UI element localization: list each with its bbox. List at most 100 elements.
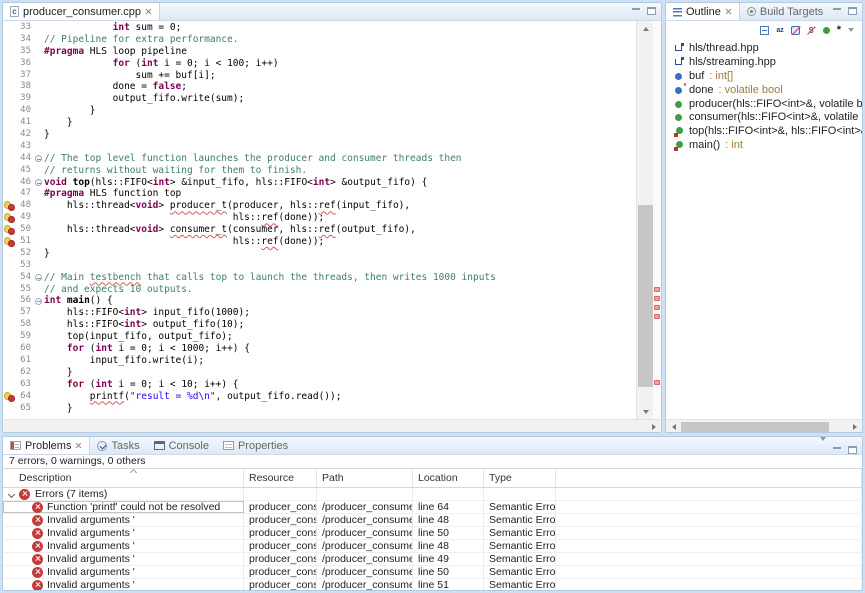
error-mark-icon[interactable] (654, 305, 660, 310)
problem-description-cell[interactable]: Invalid arguments ' (3, 514, 244, 526)
scroll-up-icon[interactable] (637, 21, 654, 36)
column-resource[interactable]: Resource (244, 469, 317, 487)
column-path[interactable]: Path (317, 469, 413, 487)
code-line[interactable]: 51 hls::ref(done)); (3, 236, 636, 248)
scroll-left-icon[interactable] (666, 420, 681, 433)
code-line[interactable]: 49 hls::ref(done)); (3, 212, 636, 224)
code-line[interactable]: 64 printf("result = %d\n", output_fifo.r… (3, 391, 636, 403)
column-type[interactable]: Type (484, 469, 556, 487)
fold-marker-icon[interactable] (35, 274, 42, 281)
code-line[interactable]: 57 hls::FIFO<int> input_fifo(1000); (3, 307, 636, 319)
code-line[interactable]: 42} (3, 129, 636, 141)
vertical-scroll-thumb[interactable] (638, 205, 653, 387)
tab-outline[interactable]: Outline (666, 3, 740, 20)
editor-vertical-scrollbar[interactable] (636, 21, 653, 419)
code-line[interactable]: 60 for (int i = 0; i < 1000; i++) { (3, 343, 636, 355)
code-line[interactable]: 61 input_fifo.write(i); (3, 355, 636, 367)
problem-row[interactable]: Invalid arguments 'producer_cons.../prod… (3, 527, 862, 540)
problem-description-cell[interactable]: Invalid arguments ' (3, 540, 244, 552)
code-area[interactable]: 33 int sum = 0;34// Pipeline for extra p… (3, 21, 636, 419)
problem-description-cell[interactable]: Invalid arguments ' (3, 553, 244, 565)
error-mark-icon[interactable] (654, 296, 660, 301)
tab-problems[interactable]: Problems (3, 437, 90, 454)
tab-producer-consumer-cpp[interactable]: c producer_consumer.cpp (3, 3, 160, 20)
code-line[interactable]: 34// Pipeline for extra performance. (3, 34, 636, 46)
error-marker-icon[interactable] (4, 201, 15, 211)
close-icon[interactable] (75, 442, 82, 449)
fold-marker-icon[interactable] (35, 179, 42, 186)
code-line[interactable]: 62 } (3, 367, 636, 379)
tab-build-targets[interactable]: Build Targets (740, 3, 830, 20)
view-menu-icon[interactable] (848, 28, 854, 32)
problem-row[interactable]: Invalid arguments 'producer_cons.../prod… (3, 514, 862, 527)
outline-horizontal-scrollbar[interactable] (666, 419, 862, 432)
code-line[interactable]: 38 done = false; (3, 81, 636, 93)
problem-row[interactable]: Invalid arguments 'producer_cons.../prod… (3, 540, 862, 553)
problem-description-cell[interactable]: Function 'printf' could not be resolved (3, 501, 244, 513)
error-marker-icon[interactable] (4, 225, 15, 235)
outline-item[interactable]: main() : int (666, 138, 862, 152)
code-line[interactable]: 33 int sum = 0; (3, 22, 636, 34)
sort-icon[interactable]: az (776, 27, 783, 34)
problem-description-cell[interactable]: Invalid arguments ' (3, 527, 244, 539)
maximize-icon[interactable] (848, 446, 857, 454)
problems-group-row[interactable]: Errors (7 items) (3, 488, 862, 501)
code-line[interactable]: 55// and expects 10 outputs. (3, 284, 636, 296)
error-mark-icon[interactable] (654, 287, 660, 292)
code-line[interactable]: 45// returns without waiting for them to… (3, 165, 636, 177)
code-line[interactable]: 41 } (3, 117, 636, 129)
code-line[interactable]: 37 sum += buf[i]; (3, 70, 636, 82)
maximize-icon[interactable] (647, 7, 656, 15)
code-line[interactable]: 46void top(hls::FIFO<int> &input_fifo, h… (3, 177, 636, 189)
error-marker-icon[interactable] (4, 213, 15, 223)
view-menu-icon[interactable] (820, 441, 826, 459)
code-line[interactable]: 36 for (int i = 0; i < 100; i++) (3, 58, 636, 70)
scroll-right-icon[interactable] (847, 420, 862, 433)
outline-item[interactable]: buf : int[] (666, 69, 862, 83)
minimize-icon[interactable] (632, 7, 640, 15)
code-line[interactable]: 56int main() { (3, 295, 636, 307)
problem-description-cell[interactable]: Invalid arguments ' (3, 566, 244, 578)
outline-item[interactable]: top(hls::FIFO<int>&, hls::FIFO<int>&) : … (666, 124, 862, 138)
collapse-all-icon[interactable] (760, 26, 769, 35)
editor-horizontal-scrollbar[interactable] (3, 419, 661, 432)
error-marker-icon[interactable] (4, 237, 15, 247)
error-mark-icon[interactable] (654, 380, 660, 385)
code-line[interactable]: 65 } (3, 403, 636, 415)
code-line[interactable]: 40 } (3, 105, 636, 117)
column-description[interactable]: Description (3, 469, 244, 487)
outline-item[interactable]: hls/streaming.hpp (666, 55, 862, 69)
scroll-down-icon[interactable] (637, 404, 654, 419)
code-line[interactable]: 39 output_fifo.write(sum); (3, 93, 636, 105)
hide-fields-icon[interactable] (791, 26, 800, 35)
code-line[interactable]: 44// The top level function launches the… (3, 153, 636, 165)
outline-item[interactable]: consumer(hls::FIFO<int>&, volatile bool& (666, 110, 862, 124)
scroll-right-icon[interactable] (646, 420, 661, 433)
code-line[interactable]: 59 top(input_fifo, output_fifo); (3, 331, 636, 343)
problems-table-header[interactable]: Description Resource Path Location Type (3, 468, 862, 488)
problem-row[interactable]: Invalid arguments 'producer_cons.../prod… (3, 579, 862, 591)
problem-row[interactable]: Invalid arguments 'producer_cons.../prod… (3, 566, 862, 579)
fold-marker-icon[interactable] (35, 298, 42, 305)
hide-non-public-members-icon[interactable] (823, 27, 830, 34)
problem-row[interactable]: Function 'printf' could not be resolvedp… (3, 501, 862, 514)
outline-item[interactable]: done : volatile bool (666, 83, 862, 97)
horizontal-scroll-thumb[interactable] (681, 422, 829, 432)
tab-console[interactable]: Console (147, 437, 216, 454)
close-icon[interactable] (725, 8, 732, 15)
maximize-icon[interactable] (848, 7, 857, 15)
hide-inactive-elements-icon[interactable]: * (837, 26, 841, 34)
outline-item[interactable]: producer(hls::FIFO<int>&, volatile bool& (666, 97, 862, 111)
tab-tasks[interactable]: Tasks (90, 437, 146, 454)
error-marker-icon[interactable] (4, 392, 15, 402)
hide-static-members-icon[interactable]: S (807, 26, 816, 35)
code-line[interactable]: 48 hls::thread<void> producer_t(producer… (3, 200, 636, 212)
code-line[interactable]: 50 hls::thread<void> consumer_t(consumer… (3, 224, 636, 236)
tab-properties[interactable]: Properties (216, 437, 295, 454)
column-location[interactable]: Location (413, 469, 484, 487)
problem-description-cell[interactable]: Invalid arguments ' (3, 579, 244, 591)
minimize-icon[interactable] (833, 446, 841, 454)
code-line[interactable]: 54// Main testbench that calls top to la… (3, 272, 636, 284)
expand-chevron-icon[interactable] (8, 490, 15, 497)
code-line[interactable]: 43 (3, 141, 636, 153)
